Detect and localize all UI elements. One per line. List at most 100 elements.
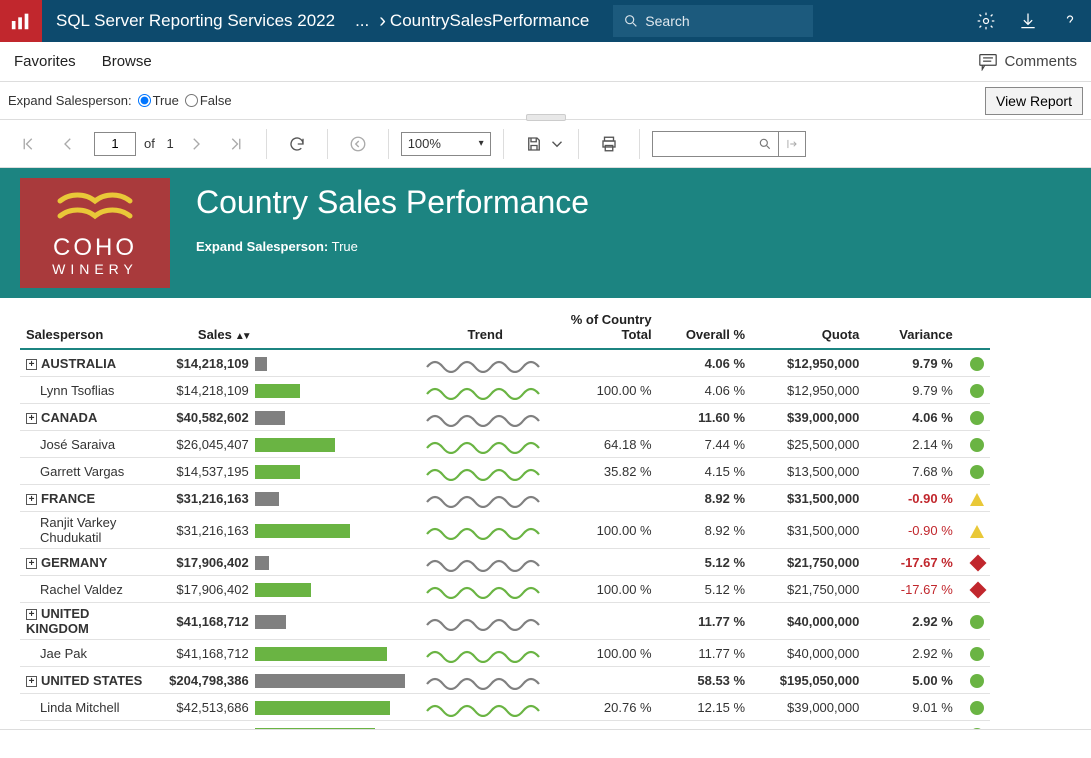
zoom-select[interactable]: 100%	[401, 132, 491, 156]
last-page-button[interactable]	[218, 126, 254, 162]
expand-toggle[interactable]: +	[26, 413, 37, 424]
back-button[interactable]	[340, 126, 376, 162]
cell-indicator	[959, 512, 990, 549]
breadcrumb-ellipsis[interactable]: ...	[349, 11, 375, 31]
cell-quota: $12,950,000	[751, 377, 865, 404]
col-salesperson[interactable]: Salesperson	[20, 306, 155, 349]
cell-trend	[417, 721, 554, 731]
cell-variance: -0.90 %	[865, 485, 958, 512]
cell-trend	[417, 485, 554, 512]
separator	[503, 129, 504, 159]
cell-overall: 4.06 %	[658, 349, 751, 377]
toolbar-gripper[interactable]	[526, 114, 566, 121]
cell-bar	[255, 667, 417, 694]
first-page-button[interactable]	[10, 126, 46, 162]
prev-page-button[interactable]	[50, 126, 86, 162]
cell-pct-country	[554, 549, 658, 576]
cell-salesperson: Linda Mitchell	[20, 694, 155, 721]
search-input[interactable]	[645, 13, 785, 29]
cell-pct-country	[554, 485, 658, 512]
cell-quota: $21,750,000	[751, 576, 865, 603]
col-trend[interactable]: Trend	[417, 306, 554, 349]
nav-browse[interactable]: Browse	[102, 53, 152, 70]
find-input[interactable]	[653, 136, 753, 151]
data-bar	[255, 583, 311, 597]
param-false-radio[interactable]: False	[185, 93, 232, 108]
cell-pct-country: 64.18 %	[554, 431, 658, 458]
settings-button[interactable]	[965, 0, 1007, 42]
cell-indicator	[959, 549, 990, 576]
save-button[interactable]	[516, 126, 552, 162]
brand-title[interactable]: SQL Server Reporting Services 2022	[42, 11, 349, 31]
cell-quota: $21,750,000	[751, 549, 865, 576]
cell-variance: -17.67 %	[865, 576, 958, 603]
cell-quota: $31,500,000	[751, 485, 865, 512]
search-icon	[758, 137, 772, 151]
cell-sales: $31,216,163	[155, 512, 255, 549]
find-next-button[interactable]	[779, 132, 805, 156]
expand-toggle[interactable]: +	[26, 359, 37, 370]
cell-bar	[255, 458, 417, 485]
col-variance[interactable]: Variance	[865, 306, 958, 349]
status-ok-icon	[970, 647, 984, 661]
find-button[interactable]	[753, 132, 779, 156]
sales-table: Salesperson Sales▲▼ Trend % of Country T…	[20, 306, 990, 730]
cell-salesperson: José Saraiva	[20, 431, 155, 458]
cell-trend	[417, 667, 554, 694]
cell-variance: -0.90 %	[865, 512, 958, 549]
save-dropdown[interactable]	[548, 126, 566, 162]
cell-indicator	[959, 485, 990, 512]
report-body[interactable]: COHO WINERY Country Sales Performance Ex…	[0, 168, 1091, 730]
help-button[interactable]	[1049, 0, 1091, 42]
data-bar	[255, 438, 335, 452]
refresh-button[interactable]	[279, 126, 315, 162]
table-row: +GERMANY$17,906,4025.12 %$21,750,000-17.…	[20, 549, 990, 576]
search-box[interactable]	[613, 5, 813, 37]
cell-variance: 7.68 %	[865, 458, 958, 485]
col-quota[interactable]: Quota	[751, 306, 865, 349]
table-row: Jae Pak$41,168,712100.00 %11.77 %$40,000…	[20, 640, 990, 667]
status-ok-icon	[970, 411, 984, 425]
param-true-radio[interactable]: True	[138, 93, 179, 108]
cell-trend	[417, 640, 554, 667]
download-button[interactable]	[1007, 0, 1049, 42]
sparkline-icon	[425, 579, 545, 599]
view-report-button[interactable]: View Report	[985, 87, 1083, 115]
cell-quota: $39,000,000	[751, 404, 865, 431]
expand-toggle[interactable]: +	[26, 558, 37, 569]
ssrs-logo-icon[interactable]	[0, 0, 42, 42]
find-box	[652, 131, 806, 157]
cell-sales: $17,906,402	[155, 549, 255, 576]
col-sales[interactable]: Sales▲▼	[155, 306, 255, 349]
cell-overall: 8.92 %	[658, 512, 751, 549]
cell-pct-country	[554, 603, 658, 640]
comments-button[interactable]: Comments	[978, 53, 1077, 71]
col-indicator	[959, 306, 990, 349]
separator	[388, 129, 389, 159]
logo-text-2: WINERY	[52, 262, 138, 276]
separator	[639, 129, 640, 159]
page-total: 1	[166, 136, 173, 151]
next-page-button[interactable]	[178, 126, 214, 162]
cell-overall: 11.77 %	[658, 603, 751, 640]
sparkline-icon	[425, 643, 545, 663]
expand-toggle[interactable]: +	[26, 609, 37, 620]
cell-bar	[255, 549, 417, 576]
expand-toggle[interactable]: +	[26, 494, 37, 505]
cell-salesperson: Ranjit Varkey Chudukatil	[20, 512, 155, 549]
expand-toggle[interactable]: +	[26, 676, 37, 687]
col-overall[interactable]: Overall %	[658, 306, 751, 349]
breadcrumb-current[interactable]: CountrySalesPerformance	[390, 11, 589, 31]
cell-bar	[255, 404, 417, 431]
chevron-down-icon	[548, 135, 566, 153]
cell-salesperson: +UNITED STATES	[20, 667, 155, 694]
cell-variance: 2.92 %	[865, 640, 958, 667]
cell-sales: $14,218,109	[155, 349, 255, 377]
col-pct-country[interactable]: % of Country Total	[554, 306, 658, 349]
nav-favorites[interactable]: Favorites	[14, 53, 76, 70]
separator	[327, 129, 328, 159]
page-number-input[interactable]	[94, 132, 136, 156]
status-warn-icon	[970, 525, 984, 538]
cell-bar	[255, 349, 417, 377]
print-button[interactable]	[591, 126, 627, 162]
